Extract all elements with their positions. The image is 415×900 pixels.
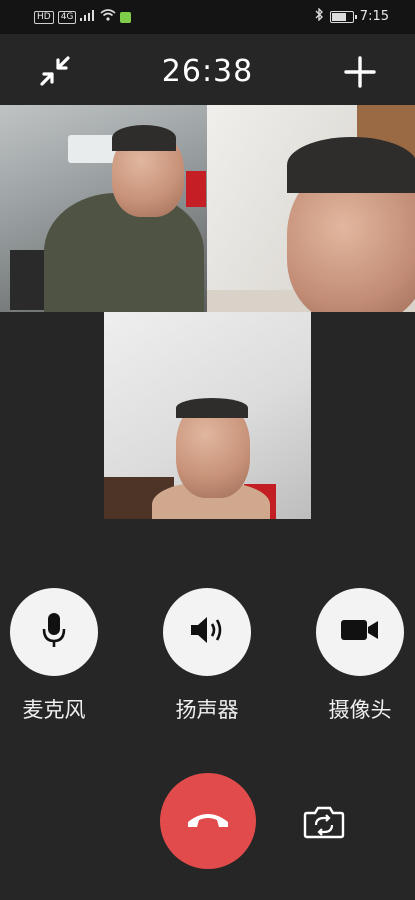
person-hair bbox=[176, 398, 248, 418]
microphone-button[interactable]: 麦克风 bbox=[10, 588, 98, 724]
network-badge: 4G bbox=[57, 10, 77, 24]
battery-icon bbox=[329, 10, 357, 23]
microphone-label: 麦克风 bbox=[22, 698, 86, 722]
status-bar: HD 4G 7:15 bbox=[0, 0, 415, 34]
status-indicators: HD 4G bbox=[34, 9, 132, 25]
call-header: 26:38 bbox=[0, 34, 415, 106]
red-decoration bbox=[186, 171, 206, 207]
camera-circle[interactable] bbox=[316, 588, 404, 676]
microphone-circle[interactable] bbox=[10, 588, 98, 676]
signal-icon bbox=[80, 9, 96, 25]
self-video-preview[interactable] bbox=[104, 312, 311, 519]
phone-hangup-icon bbox=[185, 808, 231, 834]
status-right: 7:15 bbox=[315, 7, 389, 25]
camera-switch-icon[interactable] bbox=[303, 805, 345, 839]
bluetooth-icon bbox=[315, 7, 324, 25]
wifi-icon bbox=[100, 9, 116, 25]
clock: 7:15 bbox=[359, 9, 389, 24]
plus-icon[interactable] bbox=[342, 54, 378, 90]
person-hair bbox=[287, 137, 415, 193]
speaker-button[interactable]: 扬声器 bbox=[163, 588, 251, 724]
speaker-icon bbox=[188, 614, 226, 650]
camera-label: 摄像头 bbox=[328, 698, 392, 722]
participant-video-2[interactable] bbox=[207, 105, 415, 312]
participant-video-1[interactable] bbox=[0, 105, 207, 312]
speaker-label: 扬声器 bbox=[175, 698, 239, 722]
camera-button[interactable]: 摄像头 bbox=[316, 588, 404, 724]
speaker-circle[interactable] bbox=[163, 588, 251, 676]
hangup-button[interactable] bbox=[160, 773, 256, 869]
microphone-icon bbox=[40, 611, 68, 653]
video-camera-icon bbox=[339, 616, 381, 648]
person-hair bbox=[112, 125, 176, 151]
app-notification-icon bbox=[120, 11, 132, 23]
hd-badge: HD bbox=[34, 10, 54, 24]
